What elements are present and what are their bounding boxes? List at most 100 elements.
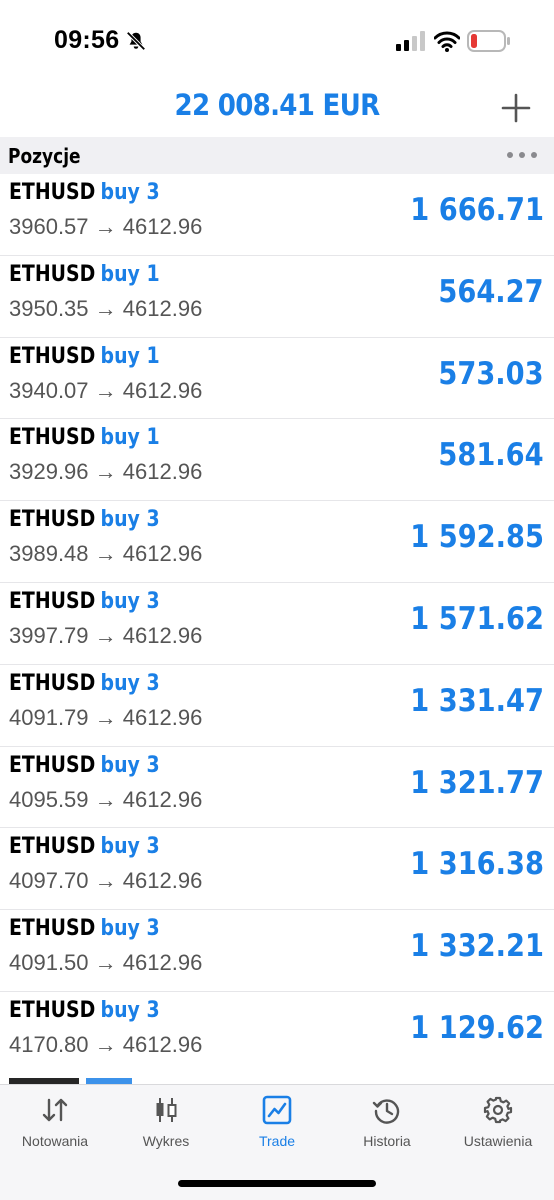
position-prices: 3989.48 → 4612.96 xyxy=(9,541,202,567)
tab-label: Notowania xyxy=(21,1133,89,1149)
position-symbol: ETHUSD xyxy=(9,670,96,696)
battery-low-icon xyxy=(467,30,510,52)
position-row[interactable]: ETHUSD buy 3 3960.57 → 4612.96 1 666.71 xyxy=(0,174,554,256)
position-row[interactable]: ETHUSD buy 3 3997.79 → 4612.96 1 571.62 xyxy=(0,583,554,665)
position-instrument: ETHUSD buy 3 xyxy=(9,998,160,1023)
position-profit: 1 571.62 xyxy=(410,600,544,637)
bell-slash-icon xyxy=(126,31,146,51)
position-prices: 3997.79 → 4612.96 xyxy=(9,623,202,649)
tab-trade[interactable]: Trade xyxy=(222,1095,332,1155)
position-row[interactable]: ETHUSD buy 1 3929.96 → 4612.96 581.64 xyxy=(0,419,554,502)
tab-notowania[interactable]: Notowania xyxy=(0,1095,110,1155)
current-price: 4612.96 xyxy=(122,295,203,321)
open-price: 4097.70 xyxy=(9,868,89,894)
quotes-arrows-icon xyxy=(42,1098,68,1122)
position-instrument: ETHUSD buy 3 xyxy=(9,180,160,205)
arrow-right-icon: → xyxy=(94,868,117,894)
current-price: 4612.96 xyxy=(122,868,203,894)
arrow-right-icon: → xyxy=(94,950,117,976)
position-side: buy 1 xyxy=(100,425,160,451)
arrow-right-icon: → xyxy=(94,786,117,812)
open-price: 3929.96 xyxy=(9,459,89,485)
position-side: buy 1 xyxy=(100,261,160,287)
position-row[interactable]: ETHUSD buy 1 3950.35 → 4612.96 564.27 xyxy=(0,256,554,338)
open-price: 4095.59 xyxy=(9,786,89,812)
position-profit: 573.03 xyxy=(438,355,544,392)
position-symbol: ETHUSD xyxy=(9,997,96,1023)
position-profit: 1 666.71 xyxy=(410,192,544,228)
current-price: 4612.96 xyxy=(122,950,203,976)
position-instrument: ETHUSD buy 1 xyxy=(9,262,160,287)
position-prices: 3950.35 → 4612.96 xyxy=(9,296,202,322)
current-price: 4612.96 xyxy=(122,622,203,648)
arrow-right-icon: → xyxy=(94,295,117,321)
position-symbol: ETHUSD xyxy=(9,343,96,369)
account-balance: 22 008.41 EUR xyxy=(174,88,381,122)
tab-wykres[interactable]: Wykres xyxy=(111,1095,221,1155)
arrow-right-icon: → xyxy=(94,459,117,485)
position-prices: 4095.59 → 4612.96 xyxy=(9,787,202,813)
position-symbol: ETHUSD xyxy=(9,752,96,778)
position-symbol: ETHUSD xyxy=(9,180,96,205)
position-side: buy 3 xyxy=(100,180,160,205)
position-profit: 1 332.21 xyxy=(410,928,544,965)
position-prices: 4091.50 → 4612.96 xyxy=(9,950,202,976)
position-row[interactable]: ETHUSD buy 3 4097.70 → 4612.96 1 316.38 xyxy=(0,828,554,911)
position-instrument: ETHUSD buy 3 xyxy=(9,671,160,696)
position-side: buy 1 xyxy=(100,343,160,369)
position-profit: 1 316.38 xyxy=(410,846,544,883)
current-price: 4612.96 xyxy=(122,704,203,730)
position-row[interactable]: ETHUSD buy 3 4170.80 → 4612.96 1 129.62 xyxy=(0,992,554,1074)
position-profit: 1 331.47 xyxy=(410,682,544,719)
cellular-signal-icon xyxy=(396,31,425,51)
position-profit: 581.64 xyxy=(438,437,544,474)
position-instrument: ETHUSD buy 3 xyxy=(9,834,160,859)
position-profit: 1 129.62 xyxy=(410,1009,544,1046)
ellipsis-icon[interactable] xyxy=(506,146,538,164)
arrow-right-icon: → xyxy=(94,377,117,403)
position-side: buy 3 xyxy=(100,670,160,696)
current-price: 4612.96 xyxy=(122,786,203,812)
position-symbol: ETHUSD xyxy=(9,425,96,451)
position-symbol: ETHUSD xyxy=(9,588,96,614)
position-row[interactable]: ETHUSD buy 3 4091.79 → 4612.96 1 331.47 xyxy=(0,665,554,747)
position-side: buy 3 xyxy=(100,507,160,533)
status-bar: 09:56 xyxy=(0,0,554,80)
position-profit: 1 592.85 xyxy=(410,519,544,556)
open-price: 3960.57 xyxy=(9,214,89,239)
tab-label: Historia xyxy=(363,1133,411,1149)
history-clock-icon xyxy=(372,1099,400,1124)
arrow-right-icon: → xyxy=(94,704,117,730)
tab-historia[interactable]: Historia xyxy=(332,1095,442,1155)
open-price: 3989.48 xyxy=(9,541,89,567)
home-indicator xyxy=(178,1180,376,1187)
current-price: 4612.96 xyxy=(122,459,203,485)
open-price: 4091.50 xyxy=(9,950,89,976)
status-time: 09:56 xyxy=(54,26,120,54)
position-row[interactable]: ETHUSD buy 3 3989.48 → 4612.96 1 592.85 xyxy=(0,501,554,583)
plus-icon[interactable] xyxy=(500,92,532,124)
position-row[interactable]: ETHUSD buy 3 4091.50 → 4612.96 1 332.21 xyxy=(0,910,554,992)
open-price: 4091.79 xyxy=(9,704,89,730)
current-price: 4612.96 xyxy=(122,214,203,239)
position-side: buy 3 xyxy=(100,916,160,942)
position-instrument: ETHUSD buy 3 xyxy=(9,589,160,614)
position-profit: 564.27 xyxy=(438,273,544,310)
position-instrument: ETHUSD buy 3 xyxy=(9,753,160,778)
arrow-right-icon: → xyxy=(94,1031,117,1057)
tab-ustawienia[interactable]: Ustawienia xyxy=(443,1095,553,1155)
section-title: Pozycje xyxy=(8,144,81,168)
open-price: 3997.79 xyxy=(9,622,89,648)
position-symbol: ETHUSD xyxy=(9,507,96,533)
position-row[interactable]: ETHUSD buy 3 4095.59 → 4612.96 1 321.77 xyxy=(0,747,554,829)
position-prices: 4170.80 → 4612.96 xyxy=(9,1032,202,1058)
header: 22 008.41 EUR xyxy=(0,80,554,136)
tab-label: Ustawienia xyxy=(463,1133,533,1149)
current-price: 4612.96 xyxy=(122,541,203,567)
position-symbol: ETHUSD xyxy=(9,834,96,860)
arrow-right-icon: → xyxy=(94,541,117,567)
position-symbol: ETHUSD xyxy=(9,916,96,942)
position-instrument: ETHUSD buy 3 xyxy=(9,507,160,532)
position-row[interactable]: ETHUSD buy 1 3940.07 → 4612.96 573.03 xyxy=(0,338,554,420)
tab-label: Wykres xyxy=(142,1133,190,1149)
